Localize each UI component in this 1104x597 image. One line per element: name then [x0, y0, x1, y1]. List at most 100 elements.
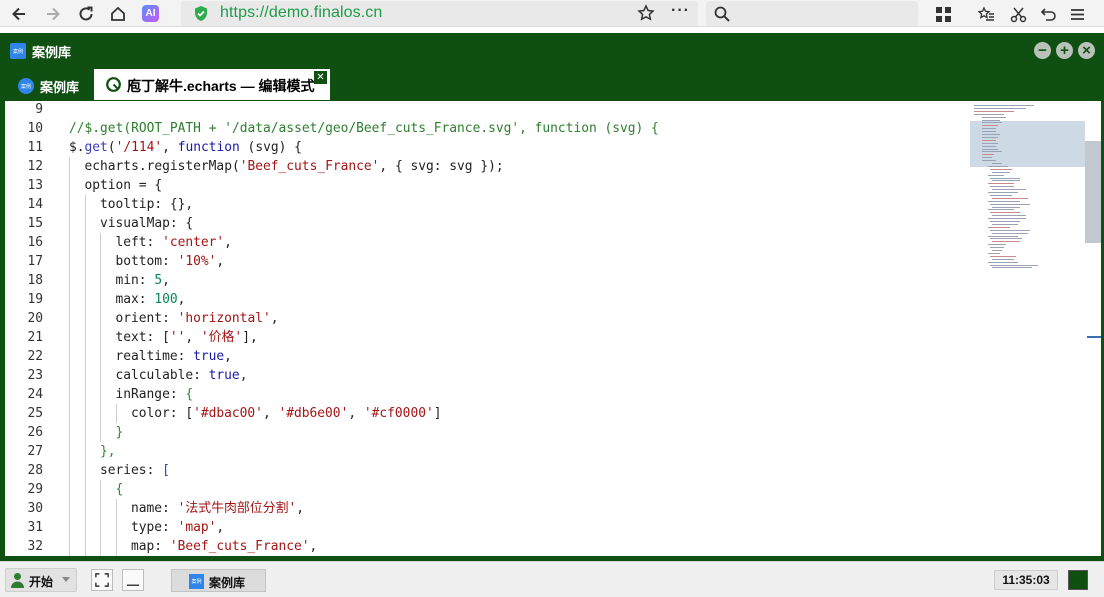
code-editor[interactable]: 9 10 //$.get(ROOT_PATH + '/data/asset/geo/… [5, 101, 1101, 556]
taskbar-item-case-library[interactable]: 案例 案例库 [171, 569, 266, 592]
code-line[interactable]: 19 max: 100, [5, 290, 965, 309]
code-line[interactable]: 26} [5, 423, 965, 442]
code-line[interactable]: 20 orient: 'horizontal', [5, 309, 965, 328]
menu-button[interactable] [1067, 4, 1087, 24]
code-text[interactable]: max: 100, [116, 290, 186, 309]
screenshot-button[interactable] [1008, 4, 1028, 24]
code-line[interactable]: 32 map: 'Beef_cuts_France', [5, 537, 965, 556]
forward-button[interactable] [42, 3, 64, 25]
code-text[interactable]: orient: 'horizontal', [116, 309, 279, 328]
code-lines[interactable]: 9 10 //$.get(ROOT_PATH + '/data/asset/geo/… [5, 101, 965, 556]
indent-guide [100, 537, 101, 556]
code-token: series: [100, 463, 163, 478]
code-line[interactable]: 16 left: 'center', [5, 233, 965, 252]
minimap[interactable] [970, 101, 1090, 281]
code-line[interactable]: 31 type: 'map', [5, 518, 965, 537]
code-text[interactable]: option = { [85, 176, 163, 195]
indent-guide [84, 499, 86, 518]
line-number: 9 [35, 102, 43, 117]
line-number: 22 [27, 349, 43, 364]
minimap-line [990, 168, 1012, 170]
code-token: , [262, 406, 279, 421]
code-line[interactable]: 21 text: ['', '价格'], [5, 328, 965, 347]
code-text[interactable]: //$.get(ROOT_PATH + '/data/asset/geo/Bee… [69, 119, 659, 138]
scrollbar-thumb[interactable] [1085, 141, 1101, 243]
code-text[interactable]: $.get('/114', function (svg) { [69, 138, 302, 157]
code-line[interactable]: 24 inRange: { [5, 385, 965, 404]
fullscreen-button[interactable] [91, 569, 113, 591]
code-line[interactable]: 29 { [5, 480, 965, 499]
code-line[interactable]: 15 visualMap: { [5, 214, 965, 233]
tab-case-library[interactable]: 案例 案例库 [18, 76, 79, 96]
url-text[interactable]: https://demo.finalos.cn [220, 4, 382, 22]
code-text[interactable]: }, [100, 442, 116, 461]
tab-editor[interactable]: 庖丁解牛.echarts — 编辑模式 ✕ [94, 69, 330, 100]
indent-guide [69, 480, 70, 499]
code-text[interactable]: calculable: true, [116, 366, 248, 385]
code-text[interactable]: echarts.registerMap('Beef_cuts_France', … [85, 157, 504, 176]
indent-guide [69, 271, 70, 290]
code-line[interactable]: 22 realtime: true, [5, 347, 965, 366]
minimap-line [974, 113, 1004, 115]
code-token: type: [131, 520, 178, 535]
code-line[interactable]: 28 series: [ [5, 461, 965, 480]
home-button[interactable] [107, 3, 129, 25]
more-options-icon[interactable]: ··· [671, 2, 690, 20]
code-text[interactable]: bottom: '10%', [116, 252, 225, 271]
code-text[interactable]: { [116, 480, 124, 499]
code-text[interactable]: realtime: true, [116, 347, 232, 366]
code-line[interactable]: 18 min: 5, [5, 271, 965, 290]
address-bar[interactable]: https://demo.finalos.cn ··· [181, 1, 698, 26]
code-text[interactable]: } [116, 423, 124, 442]
code-text[interactable]: series: [ [100, 461, 170, 480]
indent-guide [84, 271, 86, 290]
start-button[interactable]: 开始 [5, 568, 77, 592]
reload-button[interactable] [75, 3, 97, 25]
close-window-button[interactable]: × [1078, 42, 1095, 59]
code-token: $. [69, 140, 85, 155]
code-token: , [216, 254, 225, 269]
window-title: 案例库 [32, 45, 72, 60]
bookmark-star-icon[interactable] [637, 4, 655, 22]
code-text[interactable]: name: '法式牛肉部位分割', [131, 499, 304, 518]
ai-assistant-icon[interactable]: AI [142, 5, 159, 22]
apps-button[interactable] [933, 4, 953, 24]
favorites-button[interactable] [976, 4, 996, 24]
code-text[interactable]: left: 'center', [116, 233, 232, 252]
undo-icon [1040, 7, 1056, 21]
code-line[interactable]: 30 name: '法式牛肉部位分割', [5, 499, 965, 518]
code-line[interactable]: 27}, [5, 442, 965, 461]
code-text[interactable]: inRange: { [116, 385, 194, 404]
code-line[interactable]: 23 calculable: true, [5, 366, 965, 385]
code-line[interactable]: 11 $.get('/114', function (svg) { [5, 138, 965, 157]
maximize-button[interactable]: + [1056, 42, 1073, 59]
close-tab-button[interactable]: ✕ [314, 71, 327, 84]
minimap-line [974, 110, 1014, 112]
code-line[interactable]: 10 //$.get(ROOT_PATH + '/data/asset/geo/B… [5, 119, 965, 138]
code-line[interactable]: 17 bottom: '10%', [5, 252, 965, 271]
line-number: 28 [27, 463, 43, 478]
indent-guide [69, 537, 70, 556]
search-input[interactable] [706, 1, 918, 26]
code-token: '#dbac00' [193, 406, 263, 421]
back-button[interactable] [8, 3, 30, 25]
code-text[interactable]: tooltip: {}, [100, 195, 193, 214]
line-number: 12 [27, 159, 43, 174]
code-text[interactable]: type: 'map', [131, 518, 224, 537]
code-line[interactable]: 12 echarts.registerMap('Beef_cuts_France'… [5, 157, 965, 176]
minimize-button[interactable]: − [1034, 42, 1051, 59]
code-text[interactable]: min: 5, [116, 271, 170, 290]
start-label: 开始 [29, 575, 54, 589]
code-text[interactable]: map: 'Beef_cuts_France', [131, 537, 317, 556]
code-line[interactable]: 9 [5, 101, 965, 119]
code-text[interactable]: color: ['#dbac00', '#db6e00', '#cf0000'] [131, 404, 442, 423]
code-line[interactable]: 25 color: ['#dbac00', '#db6e00', '#cf0000… [5, 404, 965, 423]
code-line[interactable]: 13 option = { [5, 176, 965, 195]
show-desktop-button[interactable] [122, 569, 144, 591]
undo-button[interactable] [1038, 4, 1058, 24]
minimap-line [988, 200, 1020, 202]
desktop-color-button[interactable] [1068, 570, 1088, 590]
code-text[interactable]: visualMap: { [100, 214, 193, 233]
code-text[interactable]: text: ['', '价格'], [116, 328, 258, 347]
code-line[interactable]: 14 tooltip: {}, [5, 195, 965, 214]
